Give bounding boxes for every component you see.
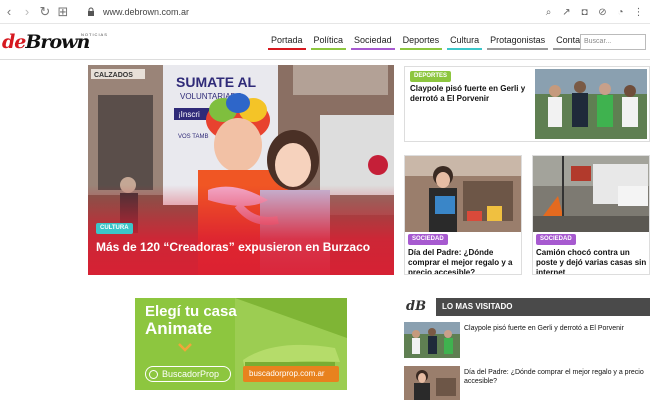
main-menu: Portada Política Sociedad Deportes Cultu… xyxy=(268,35,600,50)
shop-sign: CALZADOS xyxy=(94,72,133,79)
most-visited-header: dB LO MAS VISITADO xyxy=(404,298,650,316)
blocker-icon[interactable]: ⊘ xyxy=(595,3,610,21)
most-visited-title: LO MAS VISITADO xyxy=(442,302,513,311)
sign-line4: VOS TAMB xyxy=(178,134,208,140)
site-logo[interactable]: deBrown xyxy=(2,32,90,52)
menu-icon[interactable]: ⋮ xyxy=(631,3,646,21)
most-visited-item[interactable]: Claypole pisó fuerte en Gerli y derrotó … xyxy=(404,322,650,358)
item-headline[interactable]: Claypole pisó fuerte en Gerli y derrotó … xyxy=(464,324,646,333)
ad-subheadline: Animate xyxy=(145,319,213,338)
card-headline[interactable]: Día del Padre: ¿Dónde comprar el mejor r… xyxy=(408,248,521,274)
camera-icon[interactable]: ◘ xyxy=(577,3,592,21)
search-icon[interactable]: ⌕ xyxy=(541,3,556,21)
menu-item-portada[interactable]: Portada xyxy=(268,35,306,50)
category-badge[interactable]: SOCIEDAD xyxy=(536,234,576,245)
menu-item-cultura[interactable]: Cultura xyxy=(447,35,483,50)
back-icon[interactable]: ‹ xyxy=(0,3,18,21)
ad-headline: Elegí tu casa xyxy=(145,303,237,320)
browser-toolbar: ‹ › ↻ ⊞ www.debrown.com.ar ⌕ ↗ ◘ ⊘ ◔ ⋮ xyxy=(0,0,650,24)
apps-grid-icon[interactable]: ⊞ xyxy=(54,3,72,21)
hero-category-badge[interactable]: CULTURA xyxy=(96,223,133,234)
reload-icon[interactable]: ↻ xyxy=(36,3,54,21)
news-card-deportes[interactable]: DEPORTES Claypole pisó fuerte en Gerli y… xyxy=(404,66,650,142)
page: ‹ › ↻ ⊞ www.debrown.com.ar ⌕ ↗ ◘ ⊘ ◔ ⋮ d… xyxy=(0,0,650,400)
site-header: deBrown NOTICIAS Portada Política Socied… xyxy=(0,24,650,60)
share-icon[interactable]: ↗ xyxy=(559,3,574,21)
hero-headline[interactable]: Más de 120 “Creadoras” expusieron en Bur… xyxy=(96,240,386,255)
card-headline[interactable]: Claypole pisó fuerte en Gerli y derrotó … xyxy=(410,84,530,104)
forward-icon[interactable]: › xyxy=(18,3,36,21)
ad-brand: BuscadorProp xyxy=(145,366,231,382)
news-card-dia-del-padre[interactable]: SOCIEDAD Día del Padre: ¿Dónde comprar e… xyxy=(404,155,522,275)
home-icon xyxy=(149,370,158,379)
ad-url-button[interactable]: buscadorprop.com.ar xyxy=(243,366,339,382)
menu-item-deportes[interactable]: Deportes xyxy=(399,35,443,50)
card-photo-truck xyxy=(533,156,649,232)
category-badge[interactable]: SOCIEDAD xyxy=(408,234,448,245)
item-thumbnail xyxy=(404,322,460,358)
category-badge[interactable]: DEPORTES xyxy=(410,71,452,82)
card-headline[interactable]: Camión chocó contra un poste y dejó vari… xyxy=(536,248,649,274)
lock-icon xyxy=(82,3,100,21)
card-photo-store xyxy=(405,156,521,232)
sign-line3: ¡Inscri xyxy=(178,110,200,119)
menu-item-protagonistas[interactable]: Protagonistas xyxy=(487,35,549,50)
item-thumbnail xyxy=(404,366,460,400)
hero-article[interactable]: CALZADOS SUMATE AL VOLUNTARIADO ¡Inscri … xyxy=(88,65,394,275)
item-headline[interactable]: Día del Padre: ¿Dónde comprar el mejor r… xyxy=(464,368,646,386)
logo-tagline: NOTICIAS xyxy=(81,32,108,37)
most-visited-item[interactable]: Día del Padre: ¿Dónde comprar el mejor r… xyxy=(404,366,650,400)
extension-icon[interactable]: ◔ xyxy=(613,3,628,21)
menu-item-politica[interactable]: Política xyxy=(310,35,347,50)
menu-item-sociedad[interactable]: Sociedad xyxy=(351,35,395,50)
most-visited-logo: dB xyxy=(404,298,436,316)
sign-line1: SUMATE AL xyxy=(176,74,257,90)
address-bar[interactable]: www.debrown.com.ar xyxy=(103,7,189,17)
search-input[interactable]: Buscar... xyxy=(580,34,646,50)
ad-banner[interactable]: Elegí tu casa Animate BuscadorProp busca… xyxy=(135,298,347,390)
news-card-camion[interactable]: SOCIEDAD Camión chocó contra un poste y … xyxy=(532,155,650,275)
card-photo-football xyxy=(535,69,647,139)
